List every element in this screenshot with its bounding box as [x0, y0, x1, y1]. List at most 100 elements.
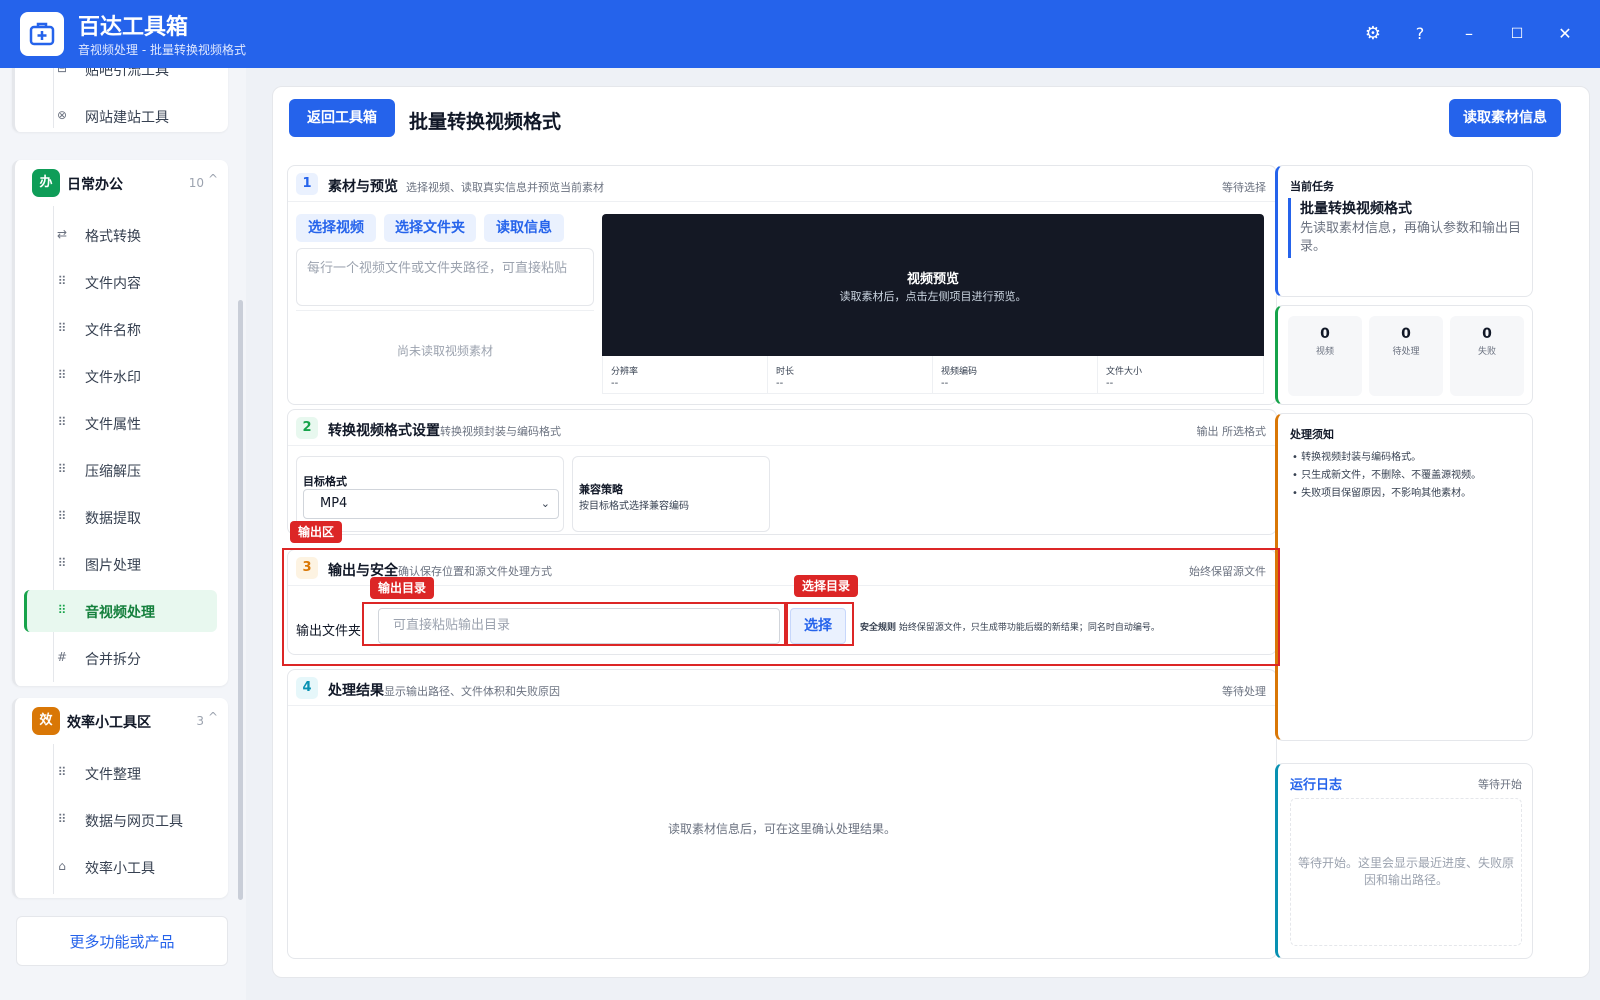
sidebar-item-audio-video[interactable]: ⠿ 音视频处理 [24, 590, 217, 632]
sidebar-item-file-organize[interactable]: ⠿ 文件整理 [27, 752, 217, 792]
stat-label: 视频 [1315, 347, 1334, 357]
sidebar-item-tieba[interactable]: ⊟ 贴吧引流工具 [27, 68, 217, 88]
current-task-title: 批量转换视频格式 [1300, 201, 1412, 217]
grid-icon: ⠿ [57, 509, 67, 523]
sidebar-item-efficiency-tools[interactable]: ⌂ 效率小工具 [27, 846, 217, 886]
sidebar-item-compress[interactable]: ⠿ 压缩解压 [27, 449, 217, 489]
page-title: 批量转换视频格式 [409, 111, 562, 133]
preview-title: 视频预览 [906, 272, 959, 287]
help-icon[interactable]: ? [1406, 20, 1434, 48]
section-description: 转换视频封装与编码格式 [440, 425, 561, 438]
app-title: 百达工具箱 [78, 15, 189, 40]
sidebar-item-label: 压缩解压 [85, 464, 141, 480]
meta-value: -- [611, 378, 619, 389]
section-header: 4 处理结果 显示输出路径、文件体积和失败原因 等待处理 [288, 670, 1276, 706]
notes-title: 处理须知 [1290, 428, 1334, 441]
sidebar-item-website[interactable]: ⊗ 网站建站工具 [27, 95, 217, 135]
back-to-toolbox-button[interactable]: 返回工具箱 [289, 99, 395, 137]
note-item: • 只生成新文件，不删除、不覆盖源视频。 [1292, 470, 1482, 481]
read-material-info-button[interactable]: 读取素材信息 [1449, 99, 1561, 137]
select-folder-button[interactable]: 选择文件夹 [384, 214, 476, 242]
run-log-output[interactable]: 等待开始。这里会显示最近进度、失败原因和输出路径。 [1290, 798, 1522, 946]
output-dir-tag: 输出目录 [370, 577, 435, 599]
meta-label: 时长 [776, 367, 795, 377]
sidebar-item-image[interactable]: ⠿ 图片处理 [27, 543, 217, 583]
processing-notes-card: 处理须知 • 转换视频封装与编码格式。 • 只生成新文件，不删除、不覆盖源视频。… [1275, 413, 1533, 741]
note-text: 失败项目保留原因，不影响其他素材。 [1301, 488, 1472, 499]
efficiency-badge-icon: 效 [32, 707, 60, 735]
sidebar-group-header[interactable]: 效 效率小工具区 3 ^ [15, 698, 228, 738]
sidebar-scrollbar[interactable] [238, 300, 243, 900]
maximize-icon[interactable]: ☐ [1503, 20, 1531, 48]
compat-strategy-title: 兼容策略 [579, 483, 623, 496]
stat-videos: 0 视频 [1288, 316, 1362, 396]
section-title: 处理结果 [328, 683, 384, 699]
target-format-label: 目标格式 [303, 475, 347, 488]
sidebar-item-file-watermark[interactable]: ⠿ 文件水印 [27, 355, 217, 395]
meta-value: -- [776, 378, 784, 389]
home-icon: ⌂ [58, 859, 66, 873]
stat-number: 0 [1401, 326, 1411, 342]
sidebar-item-label: 数据与网页工具 [85, 814, 183, 830]
current-task-card: 当前任务 批量转换视频格式 先读取素材信息，再确认参数和输出目录。 [1275, 165, 1533, 297]
sidebar-item-label: 图片处理 [85, 558, 141, 574]
sidebar-item-label: 效率小工具 [85, 861, 155, 877]
swap-icon: ⇄ [56, 227, 68, 241]
select-video-button[interactable]: 选择视频 [296, 214, 376, 242]
grid-icon: ⠿ [57, 274, 67, 288]
section-format-settings: 2 转换视频格式设置 转换视频封装与编码格式 输出 所选格式 目标格式 MP4 … [287, 409, 1277, 535]
section-material-preview: 1 素材与预览 选择视频、读取真实信息并预览当前素材 等待选择 选择视频 选择文… [287, 165, 1277, 405]
sidebar-item-merge-split[interactable]: # 合并拆分 [27, 637, 217, 677]
stat-pending: 0 待处理 [1369, 316, 1443, 396]
run-log-card: 运行日志 等待开始 等待开始。这里会显示最近进度、失败原因和输出路径。 [1275, 763, 1533, 959]
current-task-desc: 先读取素材信息，再确认参数和输出目录。 [1300, 221, 1522, 254]
sidebar-item-data-web[interactable]: ⠿ 数据与网页工具 [27, 799, 217, 839]
sidebar-item-file-content[interactable]: ⠿ 文件内容 [27, 261, 217, 301]
sidebar-group-count: 3 [196, 714, 204, 728]
hash-icon: # [56, 650, 68, 664]
close-icon[interactable]: ✕ [1551, 20, 1579, 48]
grid-icon: ⠿ [57, 321, 67, 335]
read-info-button[interactable]: 读取信息 [484, 214, 564, 242]
settings-gear-icon[interactable]: ⚙ [1359, 20, 1387, 48]
section-header: 2 转换视频格式设置 转换视频封装与编码格式 输出 所选格式 [288, 410, 1276, 446]
meta-resolution: 分辨率 -- [603, 356, 768, 394]
sidebar-item-label: 数据提取 [85, 511, 141, 527]
grid-icon: ⠿ [57, 415, 67, 429]
grid-icon: ⠿ [57, 812, 67, 826]
minimize-icon[interactable]: – [1455, 20, 1483, 48]
section-status: 输出 所选格式 [1196, 425, 1267, 438]
section-description: 选择视频、读取真实信息并预览当前素材 [406, 181, 604, 194]
task-accent-bar [1288, 198, 1291, 258]
chevron-up-icon[interactable]: ^ [208, 710, 218, 724]
video-path-textarea[interactable]: 每行一个视频文件或文件夹路径，可直接粘贴 [296, 248, 594, 306]
list-icon: ⊟ [56, 68, 68, 75]
meta-label: 分辨率 [611, 367, 639, 377]
meta-value: -- [941, 378, 949, 389]
choose-dir-tag: 选择目录 [794, 575, 859, 597]
target-format-select[interactable]: MP4 ⌄ [303, 489, 559, 519]
sidebar-group-efficiency: 效 效率小工具区 3 ^ ⠿ 文件整理 ⠿ 数据与网页工具 ⌂ 效率小工具 [12, 698, 228, 898]
choose-dir-highlight [786, 602, 854, 646]
current-task-label: 当前任务 [1290, 180, 1334, 193]
meta-filesize: 文件大小 -- [1098, 356, 1263, 394]
title-bar: 百达工具箱 音视频处理 - 批量转换视频格式 ⚙ ? – ☐ ✕ [0, 0, 1600, 68]
sidebar-group-header[interactable]: 办 日常办公 10 ^ [15, 160, 228, 200]
stat-number: 0 [1320, 326, 1330, 342]
preview-hint: 读取素材后，点击左侧项目进行预览。 [839, 290, 1027, 303]
meta-duration: 时长 -- [768, 356, 933, 394]
sidebar-item-format-convert[interactable]: ⇄ 格式转换 [27, 214, 217, 254]
globe-icon: ⊗ [56, 108, 68, 122]
video-preview[interactable]: 视频预览 读取素材后，点击左侧项目进行预览。 [602, 214, 1264, 356]
section-status: 等待选择 [1222, 181, 1266, 194]
chevron-up-icon[interactable]: ^ [208, 172, 218, 186]
sidebar-item-file-name[interactable]: ⠿ 文件名称 [27, 308, 217, 348]
chevron-down-icon: ⌄ [540, 497, 550, 510]
sidebar-item-label: 文件属性 [85, 417, 141, 433]
run-log-status: 等待开始 [1478, 778, 1522, 791]
sidebar-item-file-attributes[interactable]: ⠿ 文件属性 [27, 402, 217, 442]
section-status: 等待处理 [1222, 685, 1266, 698]
sidebar-group-label: 日常办公 [67, 177, 123, 193]
sidebar-item-data-extract[interactable]: ⠿ 数据提取 [27, 496, 217, 536]
more-products-button[interactable]: 更多功能或产品 [16, 916, 228, 966]
